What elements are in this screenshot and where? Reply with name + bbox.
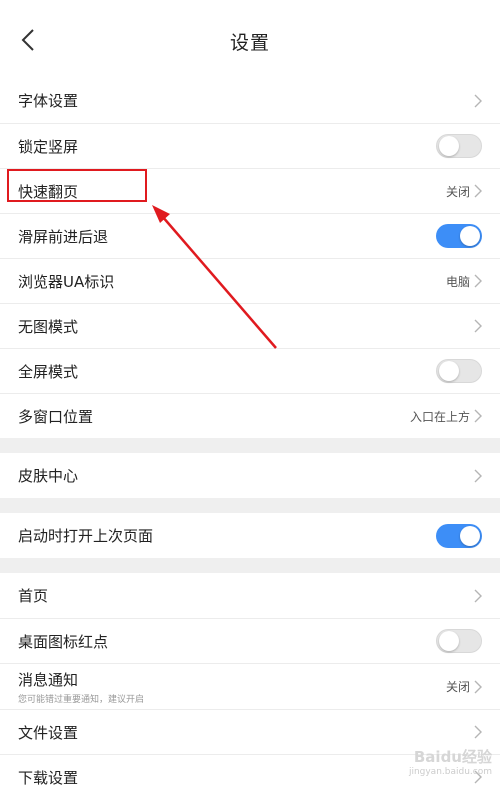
row-label: 下载设置 xyxy=(18,768,79,787)
row-label: 桌面图标红点 xyxy=(18,632,109,651)
desktop-badge-toggle[interactable] xyxy=(436,629,482,653)
row-fullscreen-mode: 全屏模式 xyxy=(0,348,500,393)
chevron-right-icon xyxy=(474,94,482,107)
row-restore-last-page: 启动时打开上次页面 xyxy=(0,513,500,558)
row-label: 全屏模式 xyxy=(18,362,79,381)
row-value: 电脑 xyxy=(445,274,470,289)
chevron-right-icon xyxy=(474,589,482,602)
section-divider xyxy=(0,498,500,513)
page-title: 设置 xyxy=(229,32,270,54)
watermark: Baidu经验 jingyan.baidu.com xyxy=(409,746,492,777)
row-label: 字体设置 xyxy=(18,92,79,110)
row-label: 多窗口位置 xyxy=(18,407,94,426)
row-label: 启动时打开上次页面 xyxy=(18,527,154,545)
row-label: 锁定竖屏 xyxy=(18,137,79,156)
lock-portrait-toggle[interactable] xyxy=(436,134,482,158)
row-desktop-badge: 桌面图标红点 xyxy=(0,618,500,663)
chevron-right-icon xyxy=(474,409,482,423)
swipe-navigation-toggle[interactable] xyxy=(436,224,482,248)
chevron-right-icon xyxy=(474,680,482,693)
row-value: 关闭 xyxy=(445,184,470,199)
row-value: 入口在上方 xyxy=(409,409,470,424)
header-bar: 设置 xyxy=(0,0,500,78)
row-swipe-navigation: 滑屏前进后退 xyxy=(0,213,500,258)
row-sublabel: 您可能错过重要通知，建议开启 xyxy=(18,694,145,705)
row-value: 关闭 xyxy=(445,680,470,694)
annotation-highlight-box xyxy=(7,169,147,202)
row-label: 浏览器UA标识 xyxy=(18,272,115,291)
chevron-right-icon xyxy=(474,274,482,288)
row-no-image-mode[interactable]: 无图模式 xyxy=(0,303,500,348)
row-lock-portrait: 锁定竖屏 xyxy=(0,123,500,168)
chevron-right-icon xyxy=(474,319,482,333)
watermark-brand: Baidu经验 xyxy=(413,748,492,766)
row-label: 首页 xyxy=(18,587,49,605)
row-label: 无图模式 xyxy=(18,317,79,336)
row-notifications[interactable]: 消息通知 您可能错过重要通知，建议开启 关闭 xyxy=(0,663,500,709)
row-label: 滑屏前进后退 xyxy=(18,227,109,246)
chevron-right-icon xyxy=(474,184,482,198)
row-multi-window-position[interactable]: 多窗口位置 入口在上方 xyxy=(0,393,500,438)
settings-group-startup: 启动时打开上次页面 xyxy=(0,513,500,558)
restore-last-page-toggle[interactable] xyxy=(436,523,482,548)
watermark-url: jingyan.baidu.com xyxy=(408,767,492,777)
section-divider xyxy=(0,558,500,573)
chevron-right-icon xyxy=(474,469,482,482)
row-skin-center[interactable]: 皮肤中心 xyxy=(0,453,500,498)
settings-group-skin: 皮肤中心 xyxy=(0,453,500,498)
row-label: 文件设置 xyxy=(18,723,79,742)
row-label: 消息通知 xyxy=(18,670,79,689)
settings-group-general: 字体设置 锁定竖屏 快速翻页 关闭 滑屏前进后退 浏览器UA标识 电脑 无图模式… xyxy=(0,78,500,438)
chevron-right-icon xyxy=(474,725,482,739)
row-font-settings[interactable]: 字体设置 xyxy=(0,78,500,123)
section-divider xyxy=(0,438,500,453)
row-home-page[interactable]: 首页 xyxy=(0,573,500,618)
fullscreen-mode-toggle[interactable] xyxy=(436,359,482,383)
row-ua-identity[interactable]: 浏览器UA标识 电脑 xyxy=(0,258,500,303)
row-label: 皮肤中心 xyxy=(18,467,79,485)
